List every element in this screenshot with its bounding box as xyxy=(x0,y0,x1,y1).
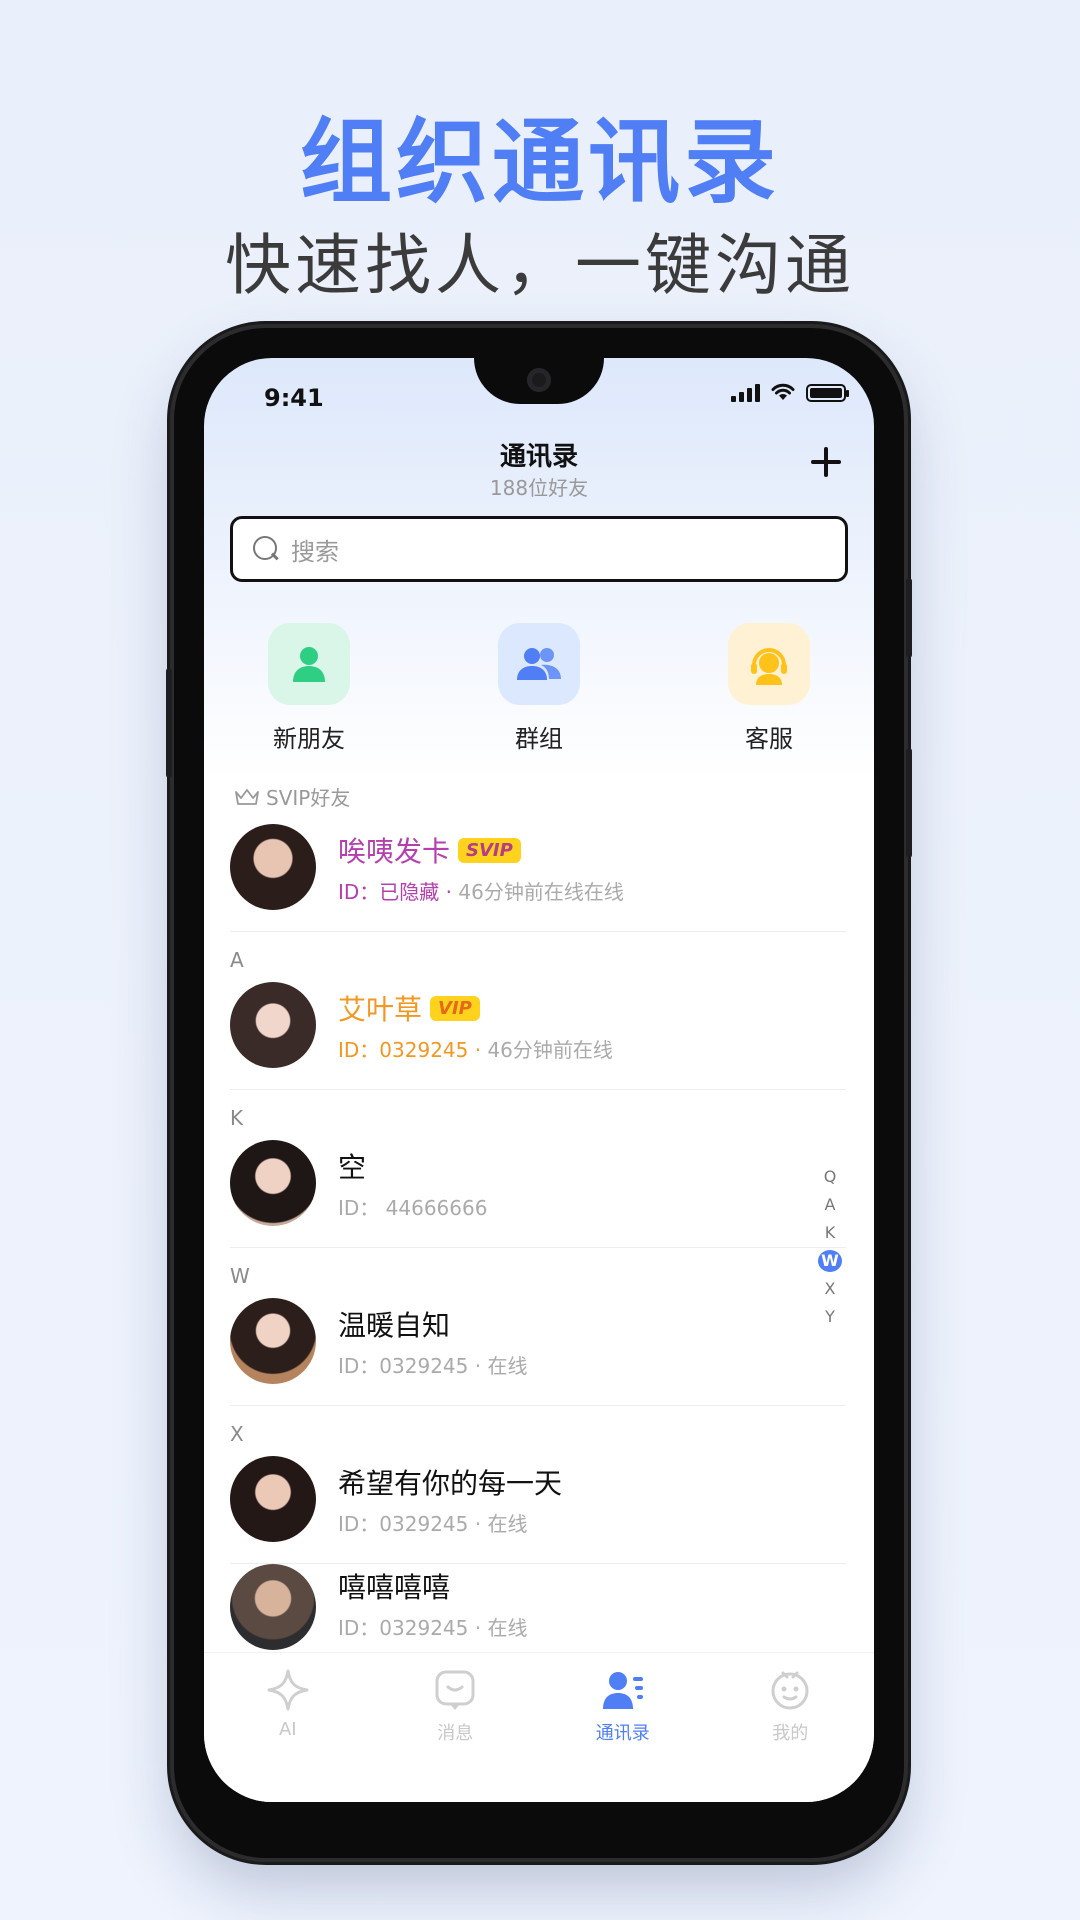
divider xyxy=(230,1247,846,1248)
power-button xyxy=(906,578,912,658)
side-button xyxy=(906,748,912,858)
search-placeholder: 搜索 xyxy=(291,537,339,566)
page-title: 通讯录 xyxy=(499,442,578,472)
contact-meta: ID： 44666666 xyxy=(338,1196,488,1220)
index-letter[interactable]: Y xyxy=(818,1306,842,1328)
contact-meta: ID：0329245 · 在线 xyxy=(338,1616,528,1640)
search-icon xyxy=(253,536,279,562)
contact-name: 唉咦发卡 SVIP xyxy=(338,830,521,870)
quick-groups[interactable]: 群组 xyxy=(464,623,614,754)
tab-messages[interactable]: 消息 xyxy=(372,1653,540,1802)
quick-new-friends[interactable]: 新朋友 xyxy=(234,623,384,754)
wifi-icon xyxy=(771,383,795,400)
contact-row[interactable]: 艾叶草 VIP ID：0329245 · 46分钟前在线 xyxy=(230,962,846,1090)
contact-row[interactable]: 希望有你的每一天 ID：0329245 · 在线 xyxy=(230,1436,846,1564)
friend-count: 188位好友 xyxy=(489,476,589,500)
sparkle-icon xyxy=(267,1669,309,1711)
group-icon xyxy=(498,623,580,705)
quick-support[interactable]: 客服 xyxy=(694,623,844,754)
contact-name: 空 xyxy=(338,1151,367,1184)
contact-avatar xyxy=(230,824,316,910)
status-time: 9:41 xyxy=(264,384,324,412)
battery-icon xyxy=(806,384,849,402)
contact-avatar xyxy=(230,1564,316,1650)
contact-name: 希望有你的每一天 xyxy=(338,1467,563,1500)
contact-name: 嘻嘻嘻嘻 xyxy=(338,1571,451,1604)
index-letter[interactable]: X xyxy=(818,1278,842,1300)
divider xyxy=(230,1405,846,1406)
signal-icon xyxy=(731,384,760,402)
quick-label: 群组 xyxy=(515,725,563,753)
alphabet-index[interactable]: Q A K W X Y xyxy=(816,1166,844,1328)
contact-row[interactable]: 唉咦发卡 SVIP ID：已隐藏 · 46分钟前在线在线 xyxy=(230,804,846,932)
tab-profile[interactable]: 我的 xyxy=(707,1653,875,1802)
quick-label: 新朋友 xyxy=(273,725,345,753)
contact-meta: ID：0329245 · 在线 xyxy=(338,1512,528,1536)
contact-name: 温暖自知 xyxy=(338,1309,451,1342)
tab-label: 我的 xyxy=(772,1723,809,1744)
vip-badge: VIP xyxy=(430,995,480,1021)
contact-meta: ID：0329245 · 在线 xyxy=(338,1354,528,1378)
message-icon xyxy=(435,1670,475,1710)
contacts-icon xyxy=(602,1672,643,1709)
contact-avatar xyxy=(230,982,316,1068)
contact-row[interactable]: 温暖自知 ID：0329245 · 在线 xyxy=(230,1278,846,1406)
contact-meta: ID：已隐藏 · 46分钟前在线在线 xyxy=(338,880,624,904)
app-screen: 9:41 通讯录 188位好友 搜索 新朋友 群组 客服 SVIP好友 唉咦发卡… xyxy=(204,358,874,1802)
contact-avatar xyxy=(230,1140,316,1226)
index-search[interactable]: Q xyxy=(818,1166,842,1188)
search-input[interactable]: 搜索 xyxy=(230,516,848,582)
status-icons xyxy=(731,382,849,402)
svip-badge: SVIP xyxy=(458,837,521,863)
headset-icon xyxy=(728,623,810,705)
contact-avatar xyxy=(230,1456,316,1542)
phone-frame: 9:41 通讯录 188位好友 搜索 新朋友 群组 客服 SVIP好友 唉咦发卡… xyxy=(166,328,912,1858)
tab-label: AI xyxy=(278,1719,297,1740)
quick-label: 客服 xyxy=(745,725,793,753)
contact-row[interactable]: 空 ID： 44666666 xyxy=(230,1120,846,1248)
index-letter[interactable]: K xyxy=(818,1222,842,1244)
tab-ai[interactable]: AI xyxy=(204,1653,372,1802)
front-camera xyxy=(527,368,551,392)
person-icon xyxy=(268,623,350,705)
contact-avatar xyxy=(230,1298,316,1384)
volume-button xyxy=(166,668,172,778)
promo-subline: 快速找人，一键沟通 xyxy=(225,227,855,304)
profile-icon xyxy=(771,1671,809,1710)
contact-name: 艾叶草 VIP xyxy=(338,988,480,1028)
contact-meta: ID：0329245 · 46分钟前在线 xyxy=(338,1038,613,1062)
tab-label: 消息 xyxy=(437,1723,474,1744)
index-letter[interactable]: A xyxy=(818,1194,842,1216)
index-letter-active[interactable]: W xyxy=(818,1250,842,1272)
tab-contacts[interactable]: 通讯录 xyxy=(539,1653,707,1802)
tab-bar: AI 消息 通讯录 我的 xyxy=(204,1652,874,1802)
promo-headline: 组织通讯录 xyxy=(299,109,780,216)
add-contact-button[interactable] xyxy=(808,444,844,480)
divider xyxy=(230,1089,846,1090)
tab-label: 通讯录 xyxy=(595,1723,650,1744)
divider xyxy=(230,931,846,932)
